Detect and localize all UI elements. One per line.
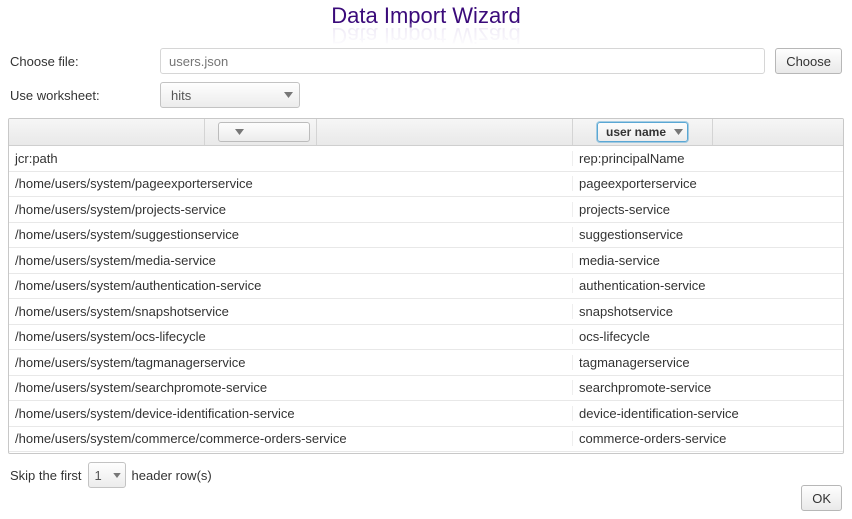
table-row[interactable]: /home/users/system/ocs-lifecycleocs-life… <box>9 325 843 351</box>
table-header-cell <box>713 119 843 145</box>
cell-name: device-identification-service <box>573 406 843 421</box>
cell-name: snapshotservice <box>573 304 843 319</box>
ok-button[interactable]: OK <box>801 485 842 511</box>
cell-name: projects-service <box>573 202 843 217</box>
cell-name: pageexporterservice <box>573 176 843 191</box>
cell-path: /home/users/system/suggestionservice <box>9 227 573 242</box>
table-row[interactable]: /home/users/system/tagmanagerservicetagm… <box>9 350 843 376</box>
table-row[interactable]: /home/users/system/suggestionservicesugg… <box>9 223 843 249</box>
table-row[interactable]: /home/users/system/commerce/commerce-ord… <box>9 427 843 453</box>
table-body[interactable]: jcr:pathrep:principalName/home/users/sys… <box>9 146 843 454</box>
choose-button[interactable]: Choose <box>775 48 842 74</box>
table-row[interactable]: /home/users/system/pageexporterservicepa… <box>9 172 843 198</box>
preview-table: user name jcr:pathrep:principalName/home… <box>8 118 844 454</box>
page-title-reflection: Data Import Wizard <box>0 22 852 44</box>
skip-suffix-label: header row(s) <box>132 468 212 483</box>
cell-path: /home/users/system/commerce/commerce-ord… <box>9 431 573 446</box>
table-row[interactable]: jcr:pathrep:principalName <box>9 146 843 172</box>
worksheet-select[interactable]: hits <box>160 82 300 108</box>
cell-path: jcr:path <box>9 151 573 166</box>
cell-path: /home/users/system/projects-service <box>9 202 573 217</box>
cell-path: /home/users/system/searchpromote-service <box>9 380 573 395</box>
worksheet-label: Use worksheet: <box>10 88 150 103</box>
cell-name: searchpromote-service <box>573 380 843 395</box>
cell-path: /home/users/system/ocs-lifecycle <box>9 329 573 344</box>
chevron-down-icon <box>284 92 293 98</box>
cell-name: ocs-lifecycle <box>573 329 843 344</box>
table-header-cell: user name <box>573 119 713 145</box>
table-row[interactable]: /home/users/system/authentication-servic… <box>9 274 843 300</box>
chevron-down-icon <box>113 473 121 478</box>
cell-path: /home/users/system/pageexporterservice <box>9 176 573 191</box>
cell-name: commerce-orders-service <box>573 431 843 446</box>
table-header-cell <box>317 119 573 145</box>
chevron-down-icon <box>235 129 244 135</box>
cell-name: rep:principalName <box>573 151 843 166</box>
worksheet-row: Use worksheet: hits <box>0 78 852 112</box>
cell-name: tagmanagerservice <box>573 355 843 370</box>
cell-path: /home/users/system/authentication-servic… <box>9 278 573 293</box>
column-mapping-select[interactable] <box>218 122 310 142</box>
table-header-cell <box>205 119 317 145</box>
table-row[interactable]: /home/users/system/snapshotservicesnapsh… <box>9 299 843 325</box>
choose-file-row: Choose file: Choose <box>0 44 852 78</box>
column-mapping-value: user name <box>606 125 666 139</box>
skip-rows-row: Skip the first 1 header row(s) <box>0 454 852 488</box>
table-header-cell <box>9 119 205 145</box>
skip-prefix-label: Skip the first <box>10 468 82 483</box>
choose-file-label: Choose file: <box>10 54 150 69</box>
skip-rows-value: 1 <box>95 468 102 483</box>
dialog-actions: OK <box>801 485 842 511</box>
file-input[interactable] <box>160 48 765 74</box>
table-row[interactable]: /home/users/system/searchpromote-service… <box>9 376 843 402</box>
data-import-wizard: Data Import Wizard Data Import Wizard Ch… <box>0 0 852 519</box>
skip-rows-select[interactable]: 1 <box>88 462 126 488</box>
table-header: user name <box>9 119 843 146</box>
cell-name: media-service <box>573 253 843 268</box>
table-row[interactable]: /home/users/system/device-identification… <box>9 401 843 427</box>
cell-path: /home/users/system/device-identification… <box>9 406 573 421</box>
table-row[interactable]: /home/users/system/projects-serviceproje… <box>9 197 843 223</box>
cell-path: /home/users/system/tagmanagerservice <box>9 355 573 370</box>
table-row[interactable]: /home/users/system/media-servicemedia-se… <box>9 248 843 274</box>
cell-path: /home/users/system/snapshotservice <box>9 304 573 319</box>
cell-name: suggestionservice <box>573 227 843 242</box>
chevron-down-icon <box>674 129 683 135</box>
cell-path: /home/users/system/media-service <box>9 253 573 268</box>
worksheet-select-value: hits <box>171 88 191 103</box>
column-mapping-select-username[interactable]: user name <box>597 122 688 142</box>
title-area: Data Import Wizard Data Import Wizard <box>0 0 852 44</box>
cell-name: authentication-service <box>573 278 843 293</box>
